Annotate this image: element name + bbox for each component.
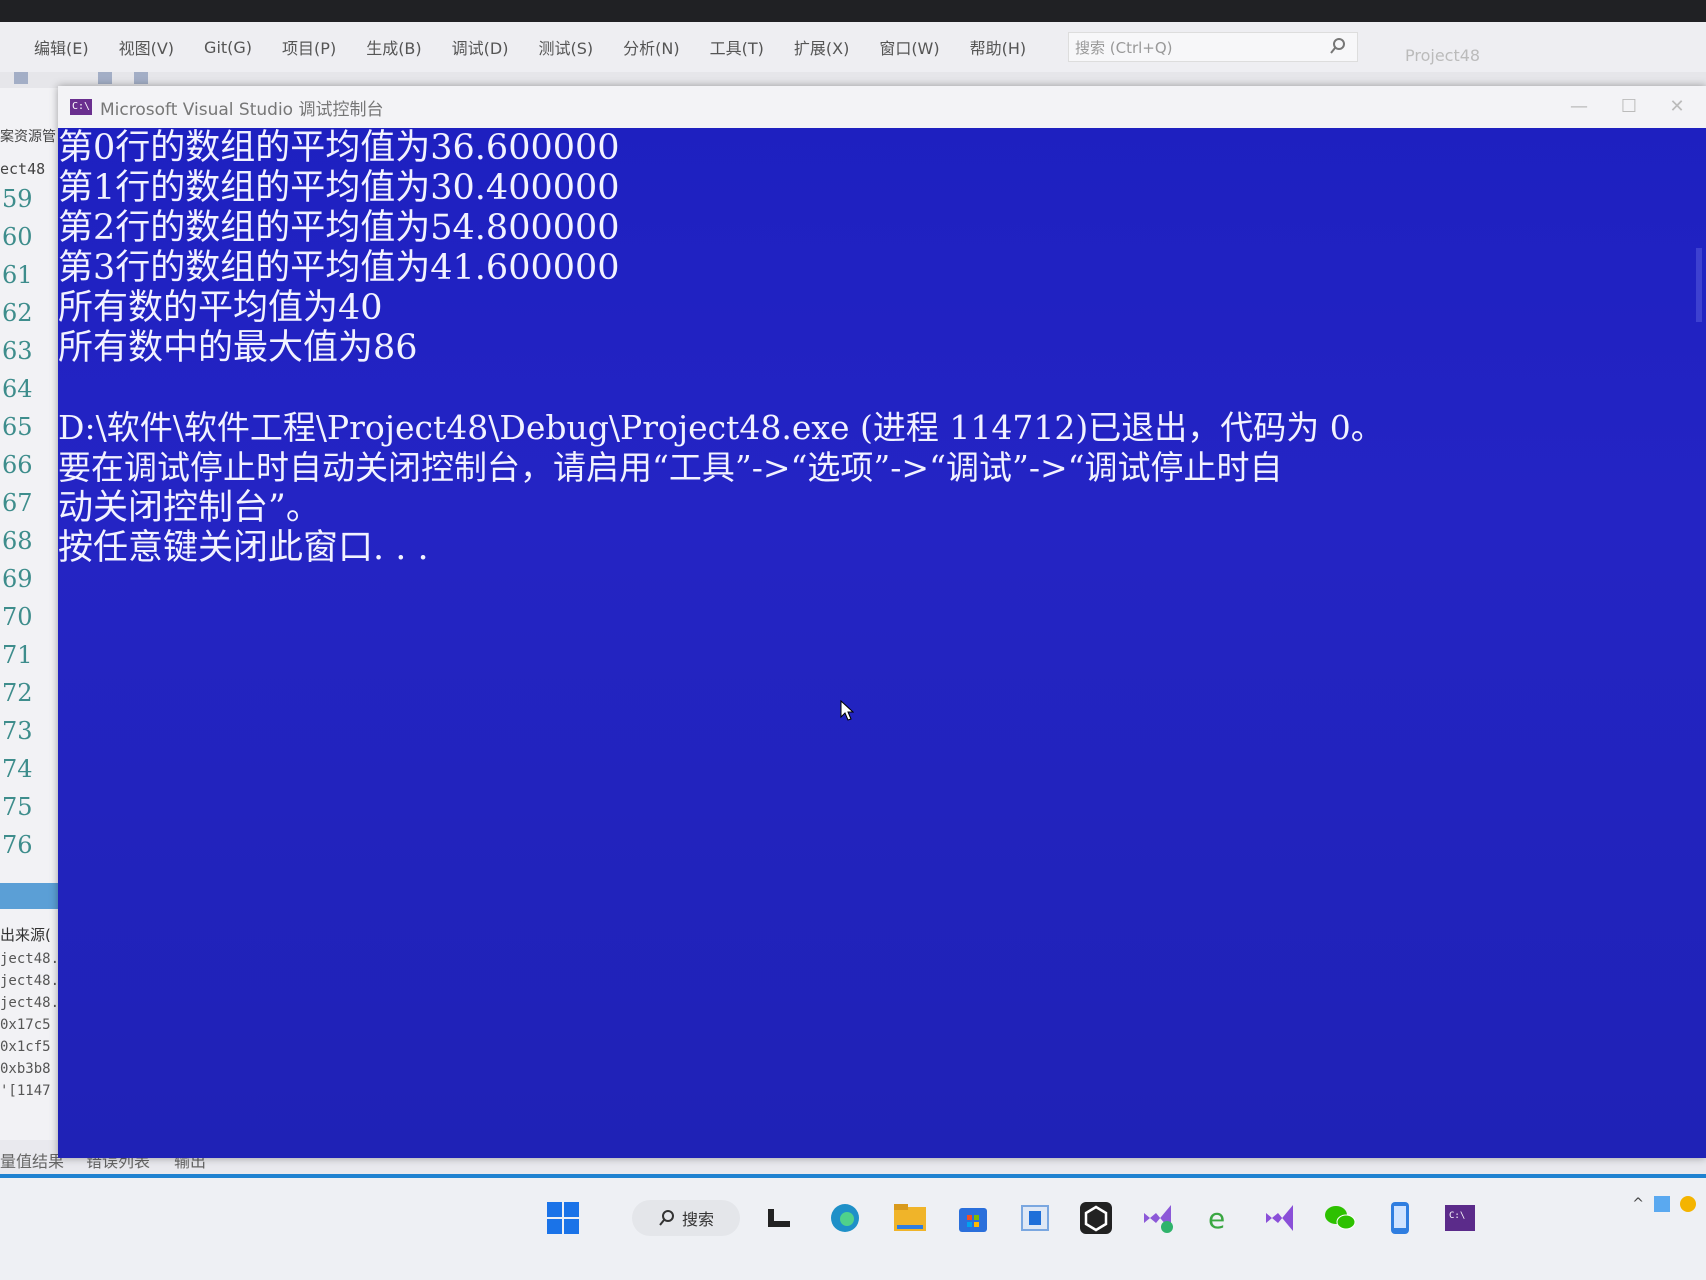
project-tab[interactable]: ect48 <box>0 160 45 178</box>
svg-text:C:\: C:\ <box>1449 1211 1465 1221</box>
menu-help[interactable]: 帮助(H) <box>970 35 1027 59</box>
left-ide-panel: 案资源管 ect48 59 60 61 62 63 64 65 66 67 68… <box>0 88 58 1168</box>
line-number: 75 <box>2 793 33 821</box>
console-line: 要在调试停止时自动关闭控制台，请启用“工具”->“选项”->“调试”->“调试停… <box>58 448 1283 487</box>
console-line: 所有数的平均值为40 <box>58 288 383 328</box>
output-line: 0xb3b8 <box>0 1061 51 1077</box>
debug-console-window[interactable]: C:\ Microsoft Visual Studio 调试控制台 — ☐ ✕ … <box>58 86 1706 1158</box>
taskview-icon[interactable] <box>761 1200 797 1236</box>
tray-chevron-icon[interactable]: ^ <box>1632 1196 1644 1212</box>
tray-app-icon[interactable] <box>1654 1196 1670 1212</box>
minimize-button[interactable]: — <box>1564 92 1594 122</box>
tray-browser-icon[interactable] <box>1680 1196 1696 1212</box>
line-number: 74 <box>2 755 33 783</box>
app-window-icon[interactable] <box>1017 1200 1053 1236</box>
microsoft-store-icon[interactable] <box>955 1200 991 1236</box>
wechat-icon[interactable] <box>1322 1200 1358 1236</box>
menu-build[interactable]: 生成(B) <box>366 35 421 59</box>
line-number: 62 <box>2 299 33 327</box>
output-line: ject48. <box>0 951 58 967</box>
unity-icon[interactable] <box>1078 1200 1114 1236</box>
output-source-label: 出来源( <box>0 926 51 944</box>
line-number: 63 <box>2 337 33 365</box>
line-number: 67 <box>2 489 33 517</box>
console-output[interactable]: 第0行的数组的平均值为36.600000 第1行的数组的平均值为30.40000… <box>58 128 1706 1158</box>
output-pane: ject48. ject48. ject48. 0x17c5 0x1cf5 0x… <box>0 948 58 1102</box>
menu-analyze[interactable]: 分析(N) <box>623 35 679 59</box>
menu-tools[interactable]: 工具(T) <box>710 35 764 59</box>
windows-start-icon[interactable] <box>545 1200 581 1236</box>
maximize-button[interactable]: ☐ <box>1614 92 1644 122</box>
output-line: ject48. <box>0 973 58 989</box>
line-number: 71 <box>2 641 33 669</box>
menu-project[interactable]: 项目(P) <box>282 35 336 59</box>
tab-results[interactable]: 量值结果 <box>0 1148 64 1172</box>
console-line: 动关闭控制台”。 <box>58 488 321 528</box>
project-title: Project48 <box>1405 46 1481 65</box>
line-number: 70 <box>2 603 33 631</box>
search-placeholder: 搜索 (Ctrl+Q) <box>1075 38 1173 57</box>
edge-icon[interactable] <box>827 1200 863 1236</box>
phone-link-icon[interactable] <box>1382 1200 1418 1236</box>
output-line: 0x1cf5 <box>0 1039 51 1055</box>
search-icon <box>1330 38 1345 54</box>
menu-view[interactable]: 视图(V) <box>119 35 174 59</box>
line-number: 59 <box>2 185 33 213</box>
output-line: 0x17c5 <box>0 1017 51 1033</box>
menu-test[interactable]: 测试(S) <box>538 35 593 59</box>
console-line: 所有数中的最大值为86 <box>58 328 418 368</box>
console-app-icon: C:\ <box>70 99 92 115</box>
windows-taskbar: 搜索 e C:\ ^ <box>0 1178 1706 1280</box>
console-line: 第1行的数组的平均值为30.400000 <box>58 168 620 208</box>
menu-git[interactable]: Git(G) <box>204 38 252 57</box>
taskbar-search-label: 搜索 <box>681 1210 714 1229</box>
solution-explorer-tab[interactable]: 案资源管 <box>0 126 56 146</box>
line-number: 68 <box>2 527 33 555</box>
toolbar-saveall-icon[interactable] <box>134 72 148 84</box>
vs-installer-icon[interactable] <box>1140 1200 1176 1236</box>
console-line: 第2行的数组的平均值为54.800000 <box>58 208 620 248</box>
line-number: 66 <box>2 451 33 479</box>
line-number: 76 <box>2 831 33 859</box>
close-button[interactable]: ✕ <box>1662 92 1692 122</box>
console-title: Microsoft Visual Studio 调试控制台 <box>100 99 384 120</box>
console-line: 第3行的数组的平均值为41.600000 <box>58 248 620 288</box>
menu-bar: 编辑(E) 视图(V) Git(G) 项目(P) 生成(B) 调试(D) 测试(… <box>0 22 1706 72</box>
line-number: 61 <box>2 261 33 289</box>
line-number: 73 <box>2 717 33 745</box>
menu-debug[interactable]: 调试(D) <box>452 35 509 59</box>
terminal-icon[interactable]: C:\ <box>1442 1200 1478 1236</box>
mouse-pointer-icon <box>840 700 854 721</box>
toolbar-undo-icon[interactable] <box>14 72 28 84</box>
output-line: ject48. <box>0 995 58 1011</box>
search-icon <box>659 1210 674 1226</box>
console-line: D:\软件\软件工程\Project48\Debug\Project48.exe… <box>58 408 1384 447</box>
line-number: 72 <box>2 679 33 707</box>
taskbar-search-button[interactable]: 搜索 <box>632 1200 740 1236</box>
panel-header-strip <box>0 883 58 909</box>
visual-studio-icon[interactable] <box>1262 1200 1298 1236</box>
toolbar-save-icon[interactable] <box>98 72 112 84</box>
system-tray: ^ <box>1632 1196 1696 1212</box>
line-number: 60 <box>2 223 33 251</box>
file-explorer-icon[interactable] <box>892 1200 928 1236</box>
line-number: 65 <box>2 413 33 441</box>
editor-line-numbers: 59 60 61 62 63 64 65 66 67 68 69 70 71 7… <box>2 180 33 864</box>
line-number: 64 <box>2 375 33 403</box>
menu-extensions[interactable]: 扩展(X) <box>794 35 849 59</box>
console-scrollbar[interactable] <box>1696 248 1702 322</box>
output-line: '[1147 <box>0 1083 51 1099</box>
menu-edit[interactable]: 编辑(E) <box>34 35 89 59</box>
console-line: 按任意键关闭此窗口. . . <box>58 528 429 568</box>
ie-icon[interactable]: e <box>1202 1200 1238 1236</box>
ide-top-edge <box>0 0 1706 22</box>
line-number: 69 <box>2 565 33 593</box>
ide-search-input[interactable]: 搜索 (Ctrl+Q) <box>1068 32 1358 62</box>
console-titlebar[interactable]: C:\ Microsoft Visual Studio 调试控制台 — ☐ ✕ <box>58 86 1706 128</box>
menu-window[interactable]: 窗口(W) <box>879 35 939 59</box>
svg-text:e: e <box>1208 1202 1225 1234</box>
console-line: 第0行的数组的平均值为36.600000 <box>58 128 620 168</box>
